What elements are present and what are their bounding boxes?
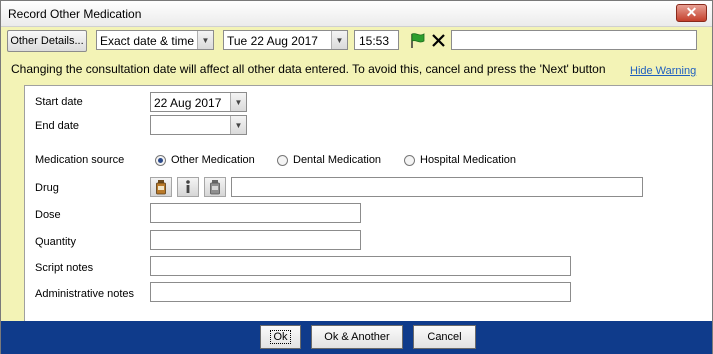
medicine-bottle-icon [156,180,166,195]
title-bar: Record Other Medication ✕ [1,1,712,27]
source-radio-dental[interactable] [277,155,288,166]
close-icon: ✕ [685,4,698,20]
chevron-down-icon[interactable]: ▼ [230,93,246,111]
drug-bottle-grey-button[interactable] [204,177,226,197]
start-date-value: 22 Aug 2017 [154,96,222,110]
end-date-picker[interactable]: ▼ [150,115,247,135]
drug-bottle-button[interactable] [150,177,172,197]
info-icon [186,180,190,193]
medication-source-label: Medication source [35,154,125,166]
close-button[interactable]: ✕ [676,4,707,22]
warning-message: Changing the consultation date will affe… [11,62,606,76]
source-option-other[interactable]: Other Medication [171,154,255,166]
cancel-button[interactable]: Cancel [413,325,476,349]
flag-icon[interactable] [408,31,427,50]
other-details-button[interactable]: Other Details... [7,30,87,52]
start-date-label: Start date [35,96,83,108]
source-radio-hospital[interactable] [404,155,415,166]
drug-info-button[interactable] [177,177,199,197]
clear-icon[interactable] [429,31,448,50]
window-title: Record Other Medication [8,7,142,21]
form-panel: Start date 22 Aug 2017 ▼ End date ▼ Medi… [24,85,712,321]
source-option-dental[interactable]: Dental Medication [293,154,381,166]
other-details-label: Other Details... [10,35,84,47]
date-type-select[interactable]: Exact date & time ▼ [96,30,214,50]
toolbar-text-input[interactable] [451,30,697,50]
quantity-label: Quantity [35,236,76,248]
dose-input[interactable] [150,203,361,223]
dose-label: Dose [35,209,61,221]
toolbar: Other Details... Exact date & time ▼ Tue… [1,27,712,57]
ok-and-another-button[interactable]: Ok & Another [311,325,403,349]
time-value: 15:53 [359,34,390,48]
ok-and-another-label: Ok & Another [324,331,390,343]
cancel-label: Cancel [427,331,462,343]
chevron-down-icon[interactable]: ▼ [230,116,246,134]
time-input[interactable]: 15:53 [354,30,399,50]
chevron-down-icon[interactable]: ▼ [331,31,347,49]
ok-label: Ok [270,330,291,344]
end-date-label: End date [35,120,80,132]
footer-bar: Ok Ok & Another Cancel [1,321,712,354]
record-other-medication-window: Record Other Medication ✕ Other Details.… [0,0,713,354]
script-notes-input[interactable] [150,256,571,276]
date-type-value: Exact date & time [100,34,195,48]
ok-button[interactable]: Ok [260,325,301,349]
consultation-date-value: Tue 22 Aug 2017 [227,34,318,48]
source-option-hospital[interactable]: Hospital Medication [420,154,516,166]
script-notes-label: Script notes [35,262,94,274]
drug-input[interactable] [231,177,643,197]
hide-warning-link[interactable]: Hide Warning [630,65,696,77]
chevron-down-icon[interactable]: ▼ [197,31,213,49]
medicine-bottle-grey-icon [210,180,220,195]
administrative-notes-input[interactable] [150,282,571,302]
quantity-input[interactable] [150,230,361,250]
source-radio-other[interactable] [155,155,166,166]
consultation-date-picker[interactable]: Tue 22 Aug 2017 ▼ [223,30,348,50]
drug-label: Drug [35,182,59,194]
administrative-notes-label: Administrative notes [35,288,135,300]
start-date-picker[interactable]: 22 Aug 2017 ▼ [150,92,247,112]
